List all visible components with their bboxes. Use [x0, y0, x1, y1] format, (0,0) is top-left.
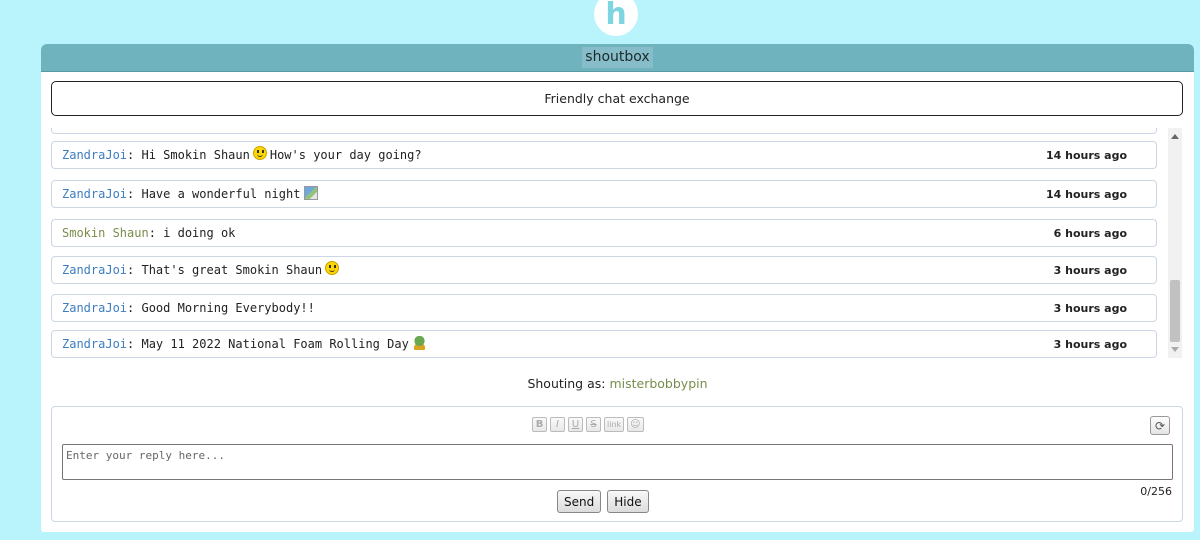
message-row: Smokin Shaun: i doing ok 6 hours ago [51, 219, 1157, 247]
message-text: i doing ok [163, 226, 236, 240]
message-text: May 11 2022 National Foam Rolling Day [141, 337, 409, 351]
refresh-icon[interactable]: ⟳ [1150, 416, 1170, 435]
message-text: Have a wonderful night [141, 187, 301, 201]
shoutbox-topic: Friendly chat exchange [51, 81, 1183, 116]
message-text: That's great Smokin Shaun [141, 263, 323, 277]
shoutbox-panel: shoutbox Friendly chat exchange ZandraJo… [41, 44, 1194, 532]
message-row: ZandraJoi: That's great Smokin Shaun 3 h… [51, 256, 1157, 284]
broken-image-icon [304, 186, 319, 200]
message-time: 6 hours ago [1053, 226, 1127, 240]
message-author[interactable]: ZandraJoi [62, 263, 127, 277]
shouting-as-label: Shouting as: [527, 376, 606, 391]
message-time: 14 hours ago [1045, 148, 1127, 162]
message-author[interactable]: ZandraJoi [62, 187, 127, 201]
message-row: ZandraJoi: Hi Smokin Shaun How's your da… [51, 141, 1157, 169]
message-row: ZandraJoi: May 11 2022 National Foam Rol… [51, 330, 1157, 358]
smiley-icon [325, 261, 340, 275]
shouting-as: Shouting as: misterbobbypin [41, 376, 1194, 391]
message-row-partial [51, 128, 1157, 134]
message-time: 14 hours ago [1045, 187, 1127, 201]
message-author[interactable]: Smokin Shaun [62, 226, 149, 240]
compose-actions: Send Hide [557, 490, 649, 513]
reply-input[interactable] [62, 444, 1173, 480]
message-author[interactable]: ZandraJoi [62, 148, 127, 162]
message-time: 3 hours ago [1053, 337, 1127, 351]
message-scrollbar[interactable] [1168, 128, 1182, 358]
shoutbox-header[interactable]: shoutbox [41, 44, 1194, 72]
frog-icon [412, 336, 426, 350]
message-time: 3 hours ago [1053, 301, 1127, 315]
underline-button[interactable]: U [568, 417, 583, 432]
italic-button[interactable]: I [550, 417, 565, 432]
shoutbox-title: shoutbox [582, 47, 653, 68]
message-row: ZandraJoi: Have a wonderful night 14 hou… [51, 180, 1157, 208]
message-list: ZandraJoi: Hi Smokin Shaun How's your da… [51, 128, 1159, 358]
smiley-icon [252, 146, 267, 160]
site-logo[interactable]: h [594, 0, 638, 36]
send-button[interactable]: Send [557, 490, 602, 513]
logo-letter: h [605, 0, 627, 32]
scroll-thumb[interactable] [1170, 280, 1180, 342]
bold-button[interactable]: B [532, 417, 547, 432]
compose-box: B I U S link ☺ ⟳ 0/256 Send Hide [51, 406, 1183, 522]
scroll-up-icon[interactable] [1171, 134, 1179, 139]
message-text: Good Morning Everybody!! [141, 301, 315, 315]
character-counter: 0/256 [1140, 485, 1172, 498]
format-toolbar: B I U S link ☺ [532, 417, 644, 432]
message-text: Hi Smokin Shaun [141, 148, 250, 162]
message-author[interactable]: ZandraJoi [62, 337, 127, 351]
message-text-after: How's your day going? [269, 148, 422, 162]
hide-button[interactable]: Hide [607, 490, 649, 513]
message-author[interactable]: ZandraJoi [62, 301, 127, 315]
emoji-button[interactable]: ☺ [627, 417, 644, 432]
link-button[interactable]: link [604, 417, 625, 432]
message-row: ZandraJoi: Good Morning Everybody!! 3 ho… [51, 294, 1157, 322]
message-time: 3 hours ago [1053, 263, 1127, 277]
scroll-down-icon[interactable] [1171, 347, 1179, 352]
strikethrough-button[interactable]: S [586, 417, 601, 432]
current-user[interactable]: misterbobbypin [609, 376, 707, 391]
